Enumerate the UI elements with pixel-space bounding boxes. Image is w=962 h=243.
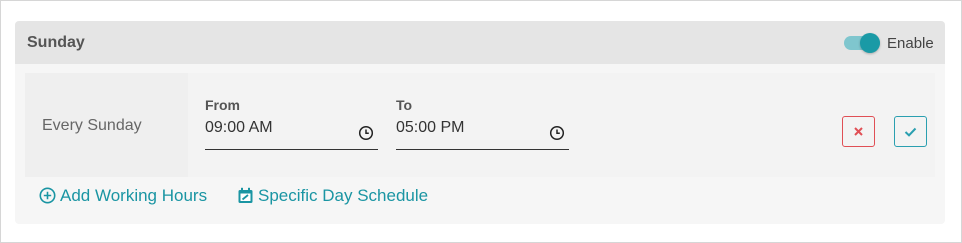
from-underline — [205, 149, 378, 150]
confirm-button[interactable] — [894, 116, 927, 147]
to-underline — [396, 149, 569, 150]
specific-day-schedule-label: Specific Day Schedule — [258, 186, 429, 205]
day-header: Sunday Enable — [15, 21, 945, 64]
from-label: From — [205, 97, 240, 113]
working-hours-row: Every Sunday From 09:00 AM To 05:00 PM — [25, 73, 935, 177]
close-icon — [854, 127, 863, 136]
from-time-field[interactable]: From 09:00 AM — [205, 95, 378, 151]
to-time-field[interactable]: To 05:00 PM — [396, 95, 569, 151]
day-schedule-panel: Sunday Enable Every Sunday From 09:00 AM — [15, 21, 945, 224]
cancel-button[interactable] — [842, 116, 875, 147]
time-range-area: From 09:00 AM To 05:00 PM — [188, 73, 935, 177]
day-title: Sunday — [27, 34, 85, 51]
to-time-value[interactable]: 05:00 PM — [396, 119, 464, 137]
enable-toggle[interactable] — [843, 33, 883, 53]
from-time-value[interactable]: 09:00 AM — [205, 119, 273, 137]
row-label: Every Sunday — [42, 117, 142, 134]
add-working-hours-label: Add Working Hours — [60, 186, 208, 205]
plus-circle-icon — [39, 187, 56, 204]
clock-icon[interactable] — [549, 125, 565, 141]
calendar-edit-icon — [238, 187, 253, 203]
clock-icon[interactable] — [358, 125, 374, 141]
toggle-thumb — [860, 33, 880, 53]
check-icon — [904, 127, 917, 137]
enable-label: Enable — [887, 35, 934, 52]
to-label: To — [396, 97, 413, 113]
dialog-frame: Sunday Enable Every Sunday From 09:00 AM — [0, 0, 962, 243]
